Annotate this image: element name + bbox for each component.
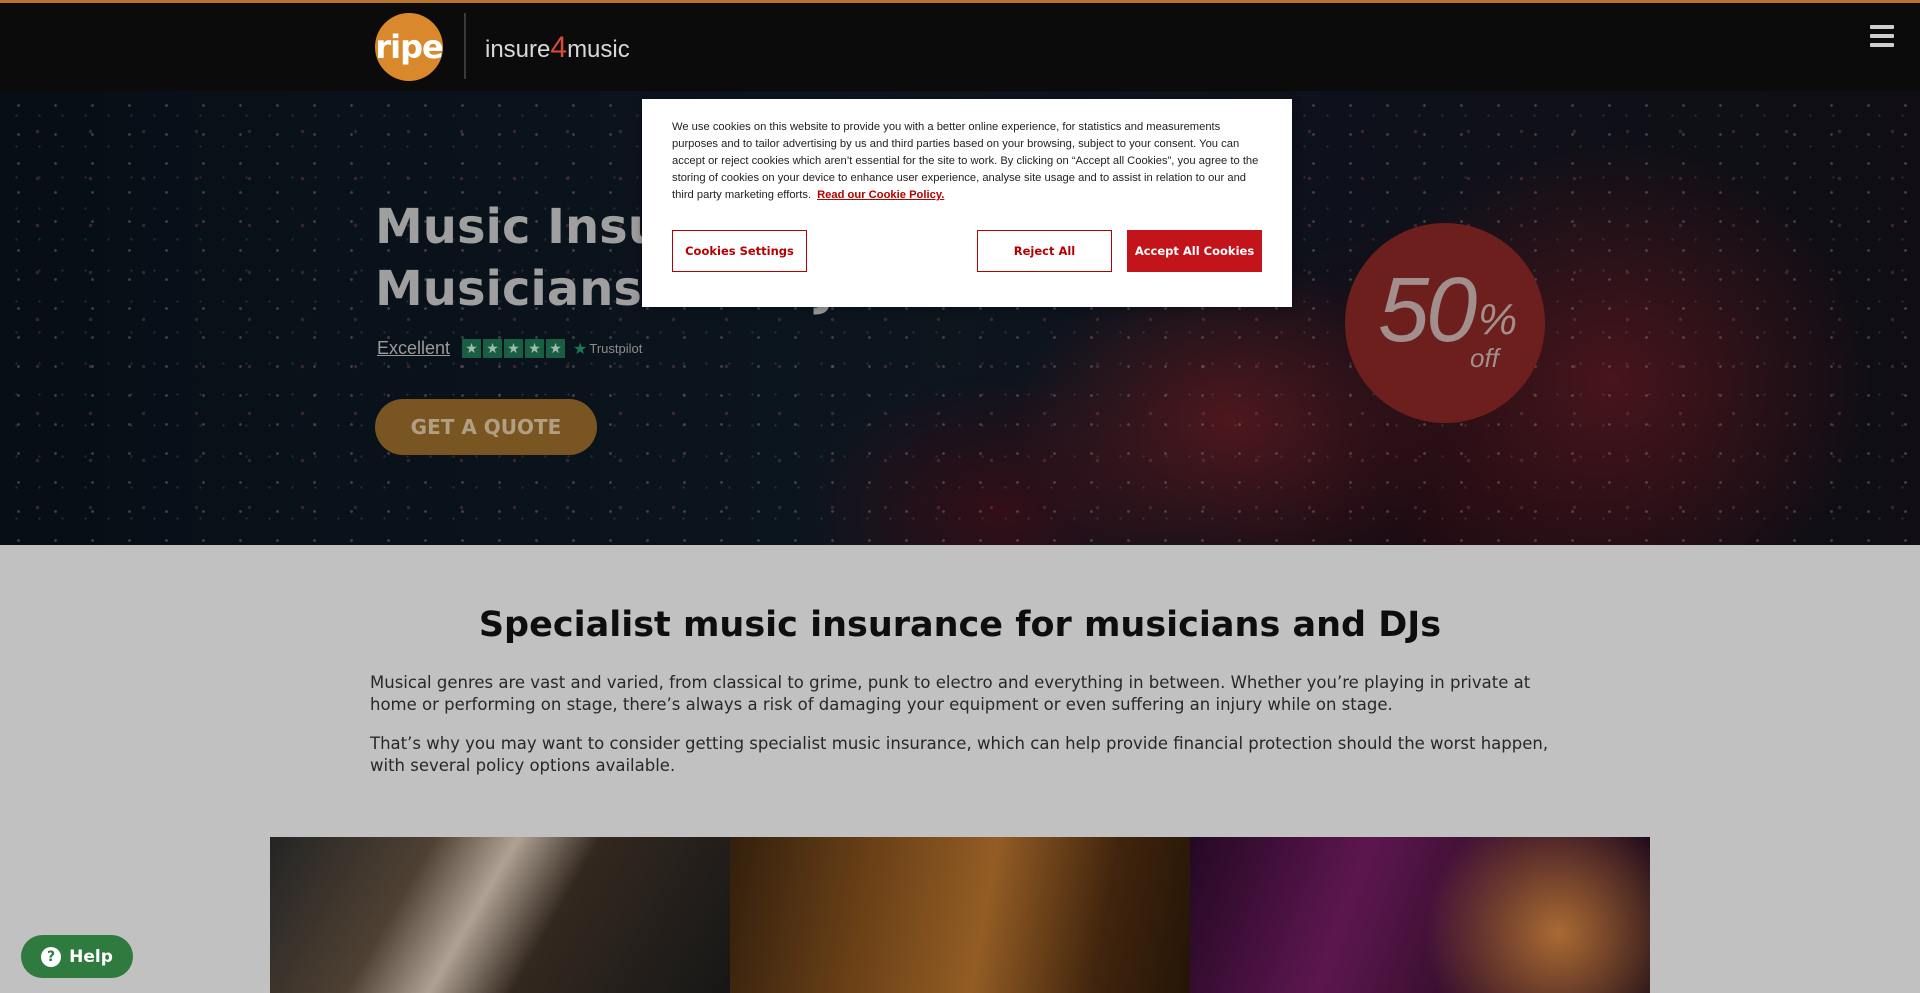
ripe-logo[interactable]: ripe [375,13,444,81]
cookies-settings-button[interactable]: Cookies Settings [672,230,807,272]
help-label: Help [69,946,113,967]
question-icon: ? [41,946,62,967]
logo-divider [464,13,466,79]
help-button[interactable]: ? Help [21,935,133,978]
logo-text-num: 4 [550,31,568,64]
insure4music-logo[interactable]: insure4music [485,31,630,65]
cookie-policy-link[interactable]: Read our Cookie Policy. [817,189,944,201]
logo-text-after: music [567,36,630,63]
reject-all-button[interactable]: Reject All [977,230,1112,272]
hamburger-menu-icon[interactable] [1870,25,1894,47]
site-header: ripe insure4music [0,0,1920,91]
cookie-consent-text: We use cookies on this website to provid… [672,119,1264,204]
cookie-text-body: We use cookies on this website to provid… [672,121,1259,201]
accept-all-cookies-button[interactable]: Accept All Cookies [1127,230,1262,272]
logo-text-before: insure [485,36,551,63]
cookie-consent-dialog: We use cookies on this website to provid… [642,99,1292,307]
